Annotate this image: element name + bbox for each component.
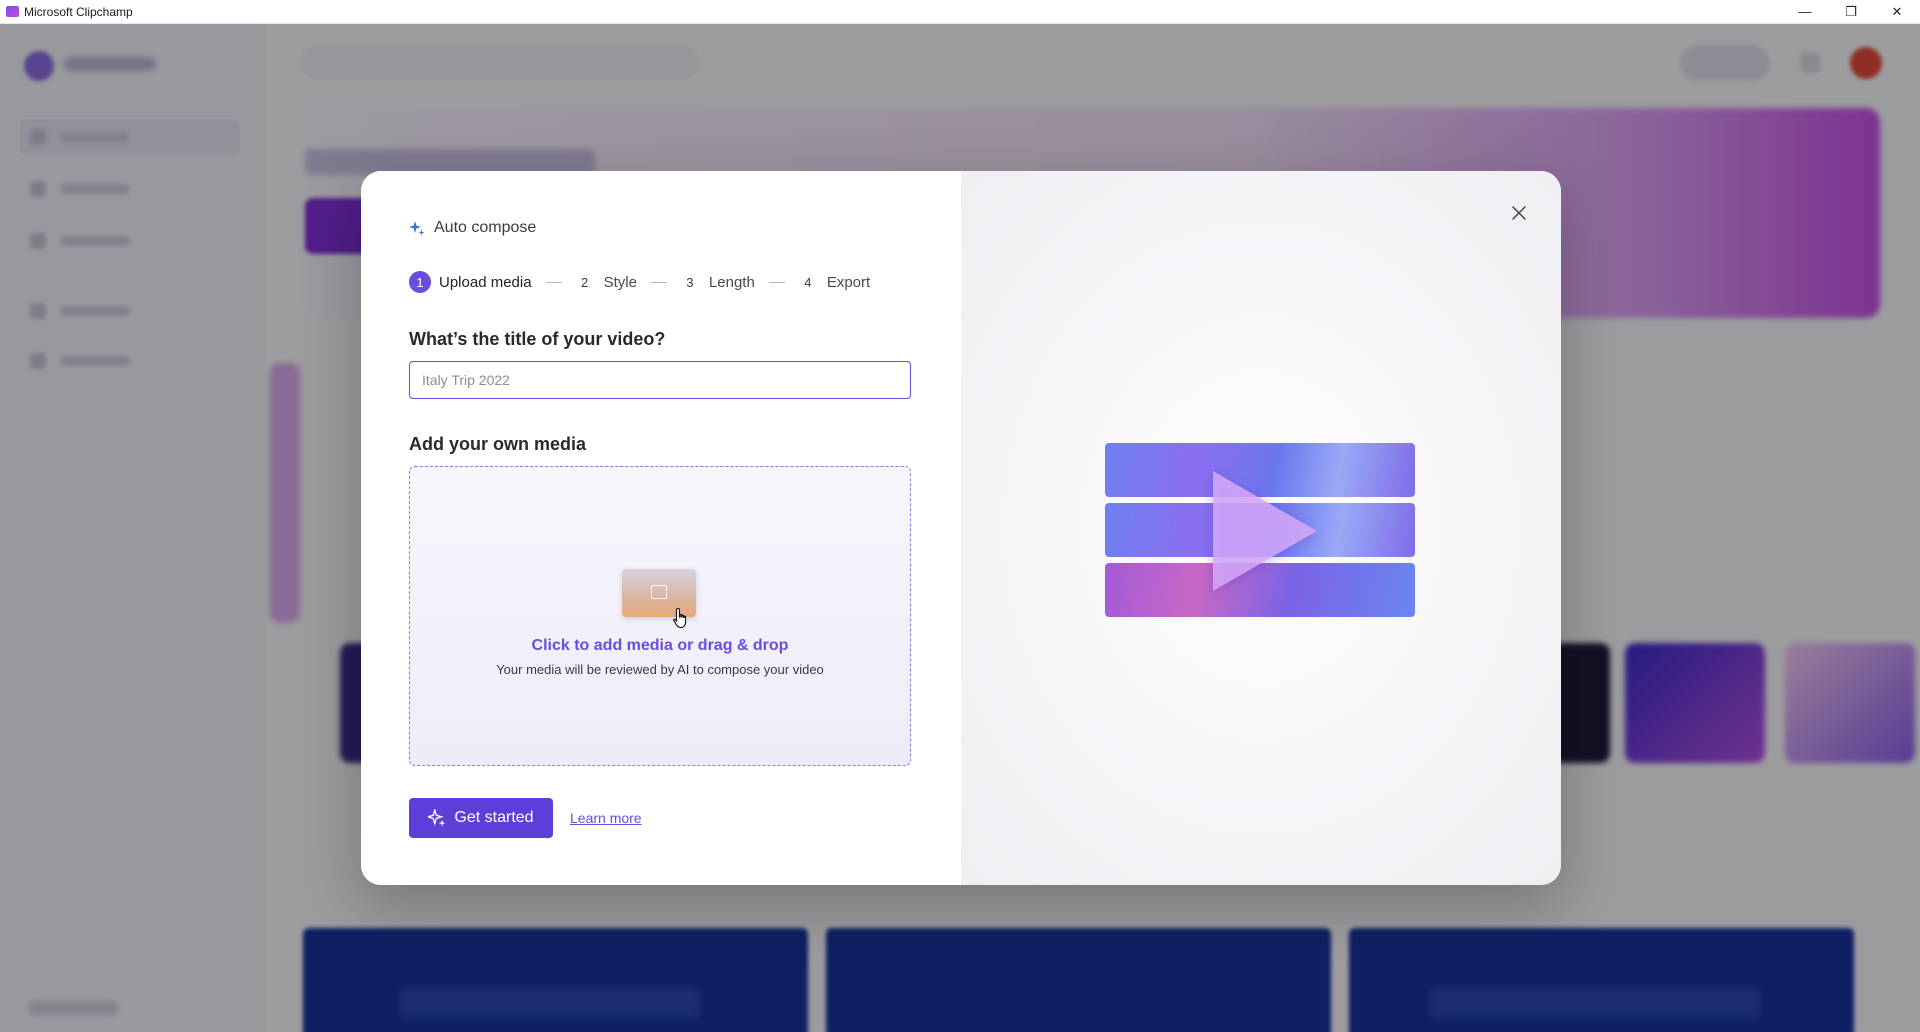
restore-button[interactable]: ❐ <box>1828 0 1874 23</box>
dialog-title: Auto compose <box>434 219 537 236</box>
sparkle-icon <box>428 809 446 827</box>
dialog-illustration-panel <box>961 171 1561 885</box>
video-title-label: What’s the title of your video? <box>409 329 666 349</box>
dialog-header: Auto compose <box>409 219 536 237</box>
add-media-link[interactable]: Click to add media or drag & drop <box>410 637 910 655</box>
step-label: Export <box>826 273 871 291</box>
step-number: 3 <box>686 274 694 290</box>
play-icon <box>1213 471 1317 591</box>
step-label: Upload media <box>439 273 532 291</box>
learn-more-link[interactable]: Learn more <box>570 810 642 826</box>
close-icon <box>1512 206 1526 220</box>
dialog-form-panel: Auto compose 1 Upload media 2 Style 3 Le… <box>361 171 961 885</box>
step-export: 4 Export <box>797 271 870 293</box>
video-title-input[interactable] <box>409 361 911 399</box>
minimize-button[interactable]: — <box>1782 0 1828 23</box>
step-style: 2 Style <box>574 271 637 293</box>
step-number: 2 <box>580 274 589 290</box>
add-media-heading: Add your own media <box>409 434 587 454</box>
step-label: Style <box>603 273 637 291</box>
step-length: 3 Length <box>679 271 755 293</box>
step-number: 4 <box>804 274 812 290</box>
progress-stepper: 1 Upload media 2 Style 3 Length 4 Export <box>409 271 870 293</box>
get-started-label: Get started <box>454 809 534 826</box>
step-upload-media: 1 Upload media <box>409 271 532 293</box>
step-divider <box>650 281 667 283</box>
window-title-bar: Microsoft Clipchamp — ❐ ✕ <box>0 0 1920 24</box>
window-controls: — ❐ ✕ <box>1782 0 1920 23</box>
sparkle-icon <box>409 221 425 236</box>
video-illustration <box>1105 443 1415 619</box>
hand-cursor-icon <box>673 607 687 629</box>
image-icon <box>651 585 667 599</box>
step-divider <box>768 281 785 283</box>
window-title: Microsoft Clipchamp <box>24 4 133 19</box>
step-label: Length <box>708 273 755 291</box>
get-started-button[interactable]: Get started <box>409 798 553 838</box>
clipchamp-app-icon <box>6 6 19 17</box>
step-number: 1 <box>409 271 431 293</box>
dropzone-description: Your media will be reviewed by AI to com… <box>496 662 824 677</box>
media-dropzone[interactable]: Click to add media or drag & drop Your m… <box>409 466 911 766</box>
close-window-button[interactable]: ✕ <box>1874 0 1920 23</box>
close-dialog-button[interactable] <box>1507 201 1531 225</box>
step-divider <box>545 281 562 283</box>
auto-compose-dialog: Auto compose 1 Upload media 2 Style 3 Le… <box>361 171 1561 885</box>
